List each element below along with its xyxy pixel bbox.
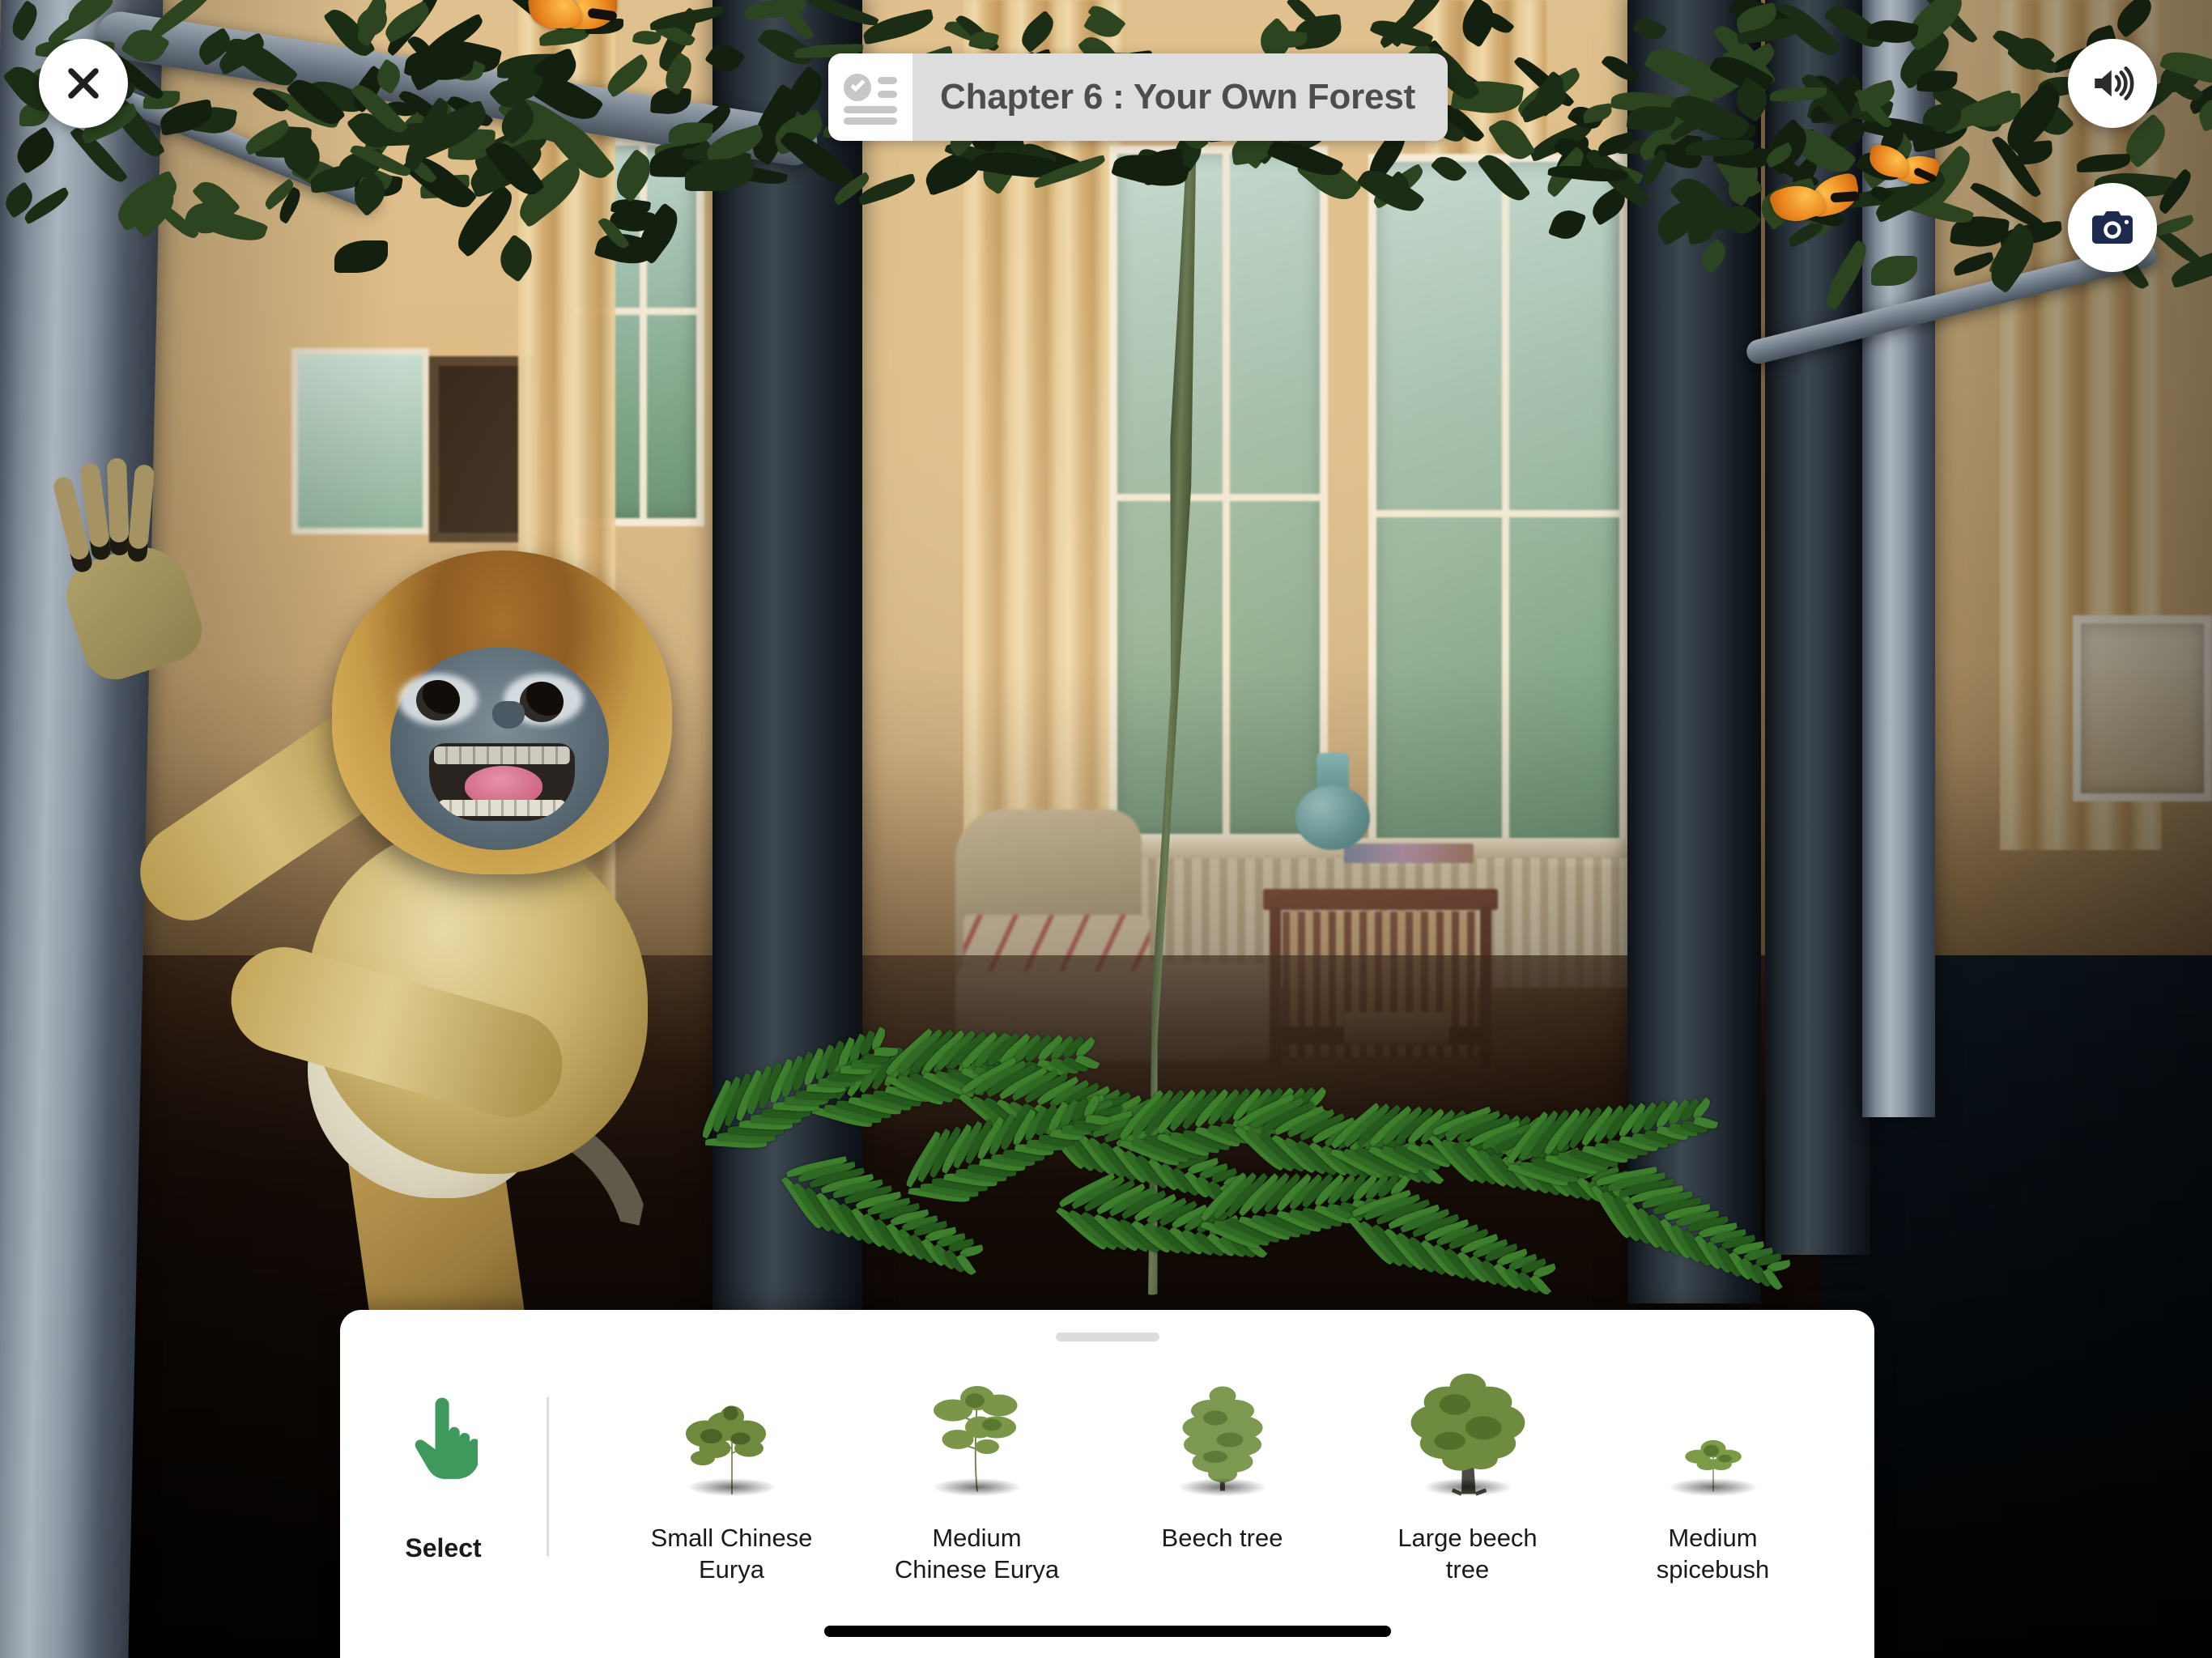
select-tool-button[interactable]: Select [340,1360,547,1563]
plant-item-shrub[interactable]: Small Chinese Eurya [644,1360,819,1585]
plant-item-label: Small Chinese Eurya [644,1522,819,1585]
chapter-title-container: Chapter 6 : Your Own Forest [912,53,1448,141]
chapter-title-bar[interactable]: Chapter 6 : Your Own Forest [828,53,1448,141]
ar-app-screen: Chapter 6 : Your Own Forest Select Small… [0,0,2212,1658]
close-icon [62,62,104,104]
bush-icon [1626,1360,1800,1499]
plant-item-label: Beech tree [1162,1522,1283,1554]
plant-item-sapling[interactable]: Medium Chinese Eurya [890,1360,1064,1585]
monkey-mouth [429,743,575,821]
plant-item-bush[interactable]: Medium spicebush [1626,1360,1800,1585]
monkey-eye [416,680,460,721]
plant-item-beech-tree[interactable]: Beech tree [1135,1360,1309,1554]
home-indicator[interactable] [824,1626,1391,1637]
plant-item-label: Medium spicebush [1626,1522,1800,1585]
select-tool-label: Select [405,1533,481,1563]
speaker-volume-icon [2089,60,2136,107]
camera-icon [2088,203,2137,252]
sapling-icon [890,1360,1064,1499]
monkey-nose [492,701,525,729]
shrub-icon [644,1360,819,1499]
page-title: Chapter 6 : Your Own Forest [940,77,1415,117]
sheet-content: Select Small Chinese Eurya Medium Chines… [340,1360,1874,1580]
pointing-hand-icon [410,1396,478,1482]
beech-tree-icon [1135,1360,1309,1499]
plant-item-large-tree[interactable]: Large beech tree [1380,1360,1555,1585]
checklist-icon [844,74,897,121]
monkey-eye [520,682,564,722]
large-tree-icon [1380,1360,1555,1499]
plant-palette-list[interactable]: Small Chinese Eurya Medium Chinese Eurya [549,1360,1874,1585]
ar-tree-trunk[interactable] [1627,0,1761,1303]
bottom-sheet[interactable]: Select Small Chinese Eurya Medium Chines… [340,1310,1874,1658]
plant-item-label: Large beech tree [1380,1522,1555,1585]
drag-handle[interactable] [1056,1333,1159,1341]
ar-monkey-character[interactable] [105,389,688,1328]
camera-button[interactable] [2068,183,2157,272]
ar-tree-trunk[interactable] [713,0,862,1368]
close-button[interactable] [39,39,128,128]
plant-item-label: Medium Chinese Eurya [890,1522,1064,1585]
sound-button[interactable] [2068,39,2157,128]
chapter-icon-container [828,53,912,141]
